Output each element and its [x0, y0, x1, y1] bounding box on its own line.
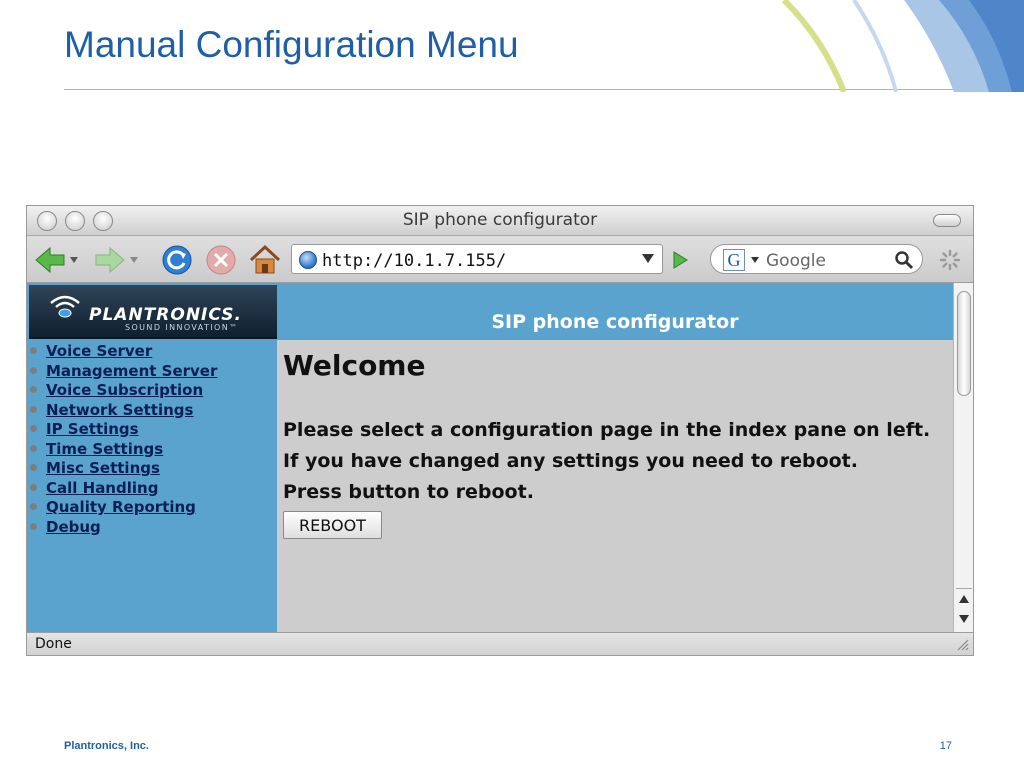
search-engine-logo[interactable]: G: [723, 249, 745, 271]
page-content: PLANTRONICS. SOUND INNOVATION™ Voice Ser…: [27, 283, 973, 632]
bullet-icon: [30, 464, 37, 471]
go-button[interactable]: [667, 243, 693, 277]
main-pane: SIP phone configurator Welcome Please se…: [277, 283, 953, 632]
sidebar-link[interactable]: Call Handling: [46, 479, 158, 497]
sidebar-item-ip-settings: IP Settings: [27, 420, 217, 440]
sidebar-link[interactable]: Time Settings: [46, 440, 163, 458]
bullet-icon: [30, 386, 37, 393]
stop-button[interactable]: [203, 243, 239, 277]
bullet-icon: [30, 503, 37, 510]
sidebar-item-misc-settings: Misc Settings: [27, 459, 217, 479]
stop-icon: [206, 245, 236, 275]
slide: Manual Configuration Menu SIP phone conf…: [0, 0, 1024, 768]
go-arrow-icon: [673, 251, 688, 269]
sidebar-link[interactable]: Quality Reporting: [46, 498, 196, 516]
brand-tagline: SOUND INNOVATION™: [125, 323, 239, 332]
reboot-notice-line: If you have changed any settings you nee…: [283, 450, 858, 472]
browser-toolbar: http://10.1.7.155/ G Google: [27, 237, 973, 283]
sidebar-item-voice-subscription: Voice Subscription: [27, 381, 217, 401]
bullet-icon: [30, 366, 37, 374]
home-button[interactable]: [247, 243, 283, 277]
vertical-scrollbar[interactable]: [953, 283, 973, 632]
footer-company: Plantronics, Inc.: [64, 740, 149, 752]
main-header: SIP phone configurator: [277, 283, 953, 340]
config-index-list: Voice Server Management Server Voice Sub…: [27, 342, 217, 537]
scroll-down-arrow-icon[interactable]: [959, 615, 969, 623]
bullet-icon: [30, 522, 37, 530]
window-title: SIP phone configurator: [402, 210, 598, 230]
main-header-title: SIP phone configurator: [491, 311, 739, 333]
activity-indicator: [935, 243, 965, 277]
sidebar-item-quality-reporting: Quality Reporting: [27, 498, 217, 518]
reload-icon: [162, 245, 192, 275]
url-bar[interactable]: http://10.1.7.155/: [291, 244, 663, 274]
sidebar-link[interactable]: Network Settings: [46, 401, 193, 419]
forward-arrow-icon: [95, 246, 138, 274]
search-placeholder[interactable]: Google: [766, 251, 826, 271]
sidebar-link[interactable]: Misc Settings: [46, 459, 160, 477]
sidebar-item-time-settings: Time Settings: [27, 440, 217, 460]
bullet-icon: [30, 483, 37, 491]
scrollbar-thumb[interactable]: [957, 291, 971, 396]
brand-name: PLANTRONICS.: [89, 305, 242, 325]
url-text[interactable]: http://10.1.7.155/: [322, 251, 506, 271]
sidebar-item-management-server: Management Server: [27, 362, 217, 382]
page-number: 17: [939, 740, 952, 752]
resize-grip-icon[interactable]: [955, 637, 969, 651]
magnifier-icon[interactable]: [894, 250, 914, 270]
signal-waves-icon: [50, 295, 80, 318]
plantronics-logo: PLANTRONICS. SOUND INNOVATION™: [29, 285, 277, 339]
instruction-line: Please select a configuration page in th…: [283, 419, 931, 441]
search-bar[interactable]: G Google: [710, 244, 923, 274]
status-bar: Done: [27, 632, 973, 655]
sidebar-link[interactable]: Voice Server: [46, 342, 152, 360]
sidebar-link[interactable]: IP Settings: [46, 420, 139, 438]
back-button[interactable]: [33, 243, 83, 277]
status-text: Done: [35, 636, 72, 652]
sidebar-item-debug: Debug: [27, 518, 217, 538]
scrollbar-divider: [956, 588, 972, 589]
index-pane: PLANTRONICS. SOUND INNOVATION™ Voice Ser…: [27, 283, 277, 632]
reload-button[interactable]: [159, 243, 195, 277]
bullet-icon: [30, 347, 37, 354]
decorative-swoosh: [781, 0, 1024, 92]
url-dropdown-icon[interactable]: [642, 254, 654, 263]
browser-window: SIP phone configurator http://10.1.7.155…: [26, 205, 974, 656]
toolbar-toggle-button[interactable]: [933, 214, 961, 227]
home-icon: [249, 244, 281, 274]
bullet-icon: [30, 425, 37, 432]
scroll-up-arrow-icon[interactable]: [959, 595, 969, 603]
reboot-button[interactable]: REBOOT: [283, 511, 382, 539]
press-button-line: Press button to reboot.: [283, 481, 534, 503]
sidebar-link[interactable]: Management Server: [46, 362, 217, 380]
bullet-icon: [30, 405, 37, 413]
bullet-icon: [30, 444, 37, 452]
sidebar-link[interactable]: Voice Subscription: [46, 381, 203, 399]
sidebar-item-network-settings: Network Settings: [27, 401, 217, 421]
sidebar-item-voice-server: Voice Server: [27, 342, 217, 362]
welcome-heading: Welcome: [283, 349, 426, 382]
back-arrow-icon: [35, 246, 78, 274]
globe-icon: [299, 251, 317, 269]
sidebar-link[interactable]: Debug: [46, 518, 101, 536]
forward-button[interactable]: [93, 243, 143, 277]
window-titlebar[interactable]: SIP phone configurator: [27, 206, 973, 236]
spinner-icon: [939, 249, 961, 271]
search-engine-dropdown-icon[interactable]: [751, 257, 759, 263]
slide-title: Manual Configuration Menu: [64, 24, 519, 65]
sidebar-item-call-handling: Call Handling: [27, 479, 217, 499]
